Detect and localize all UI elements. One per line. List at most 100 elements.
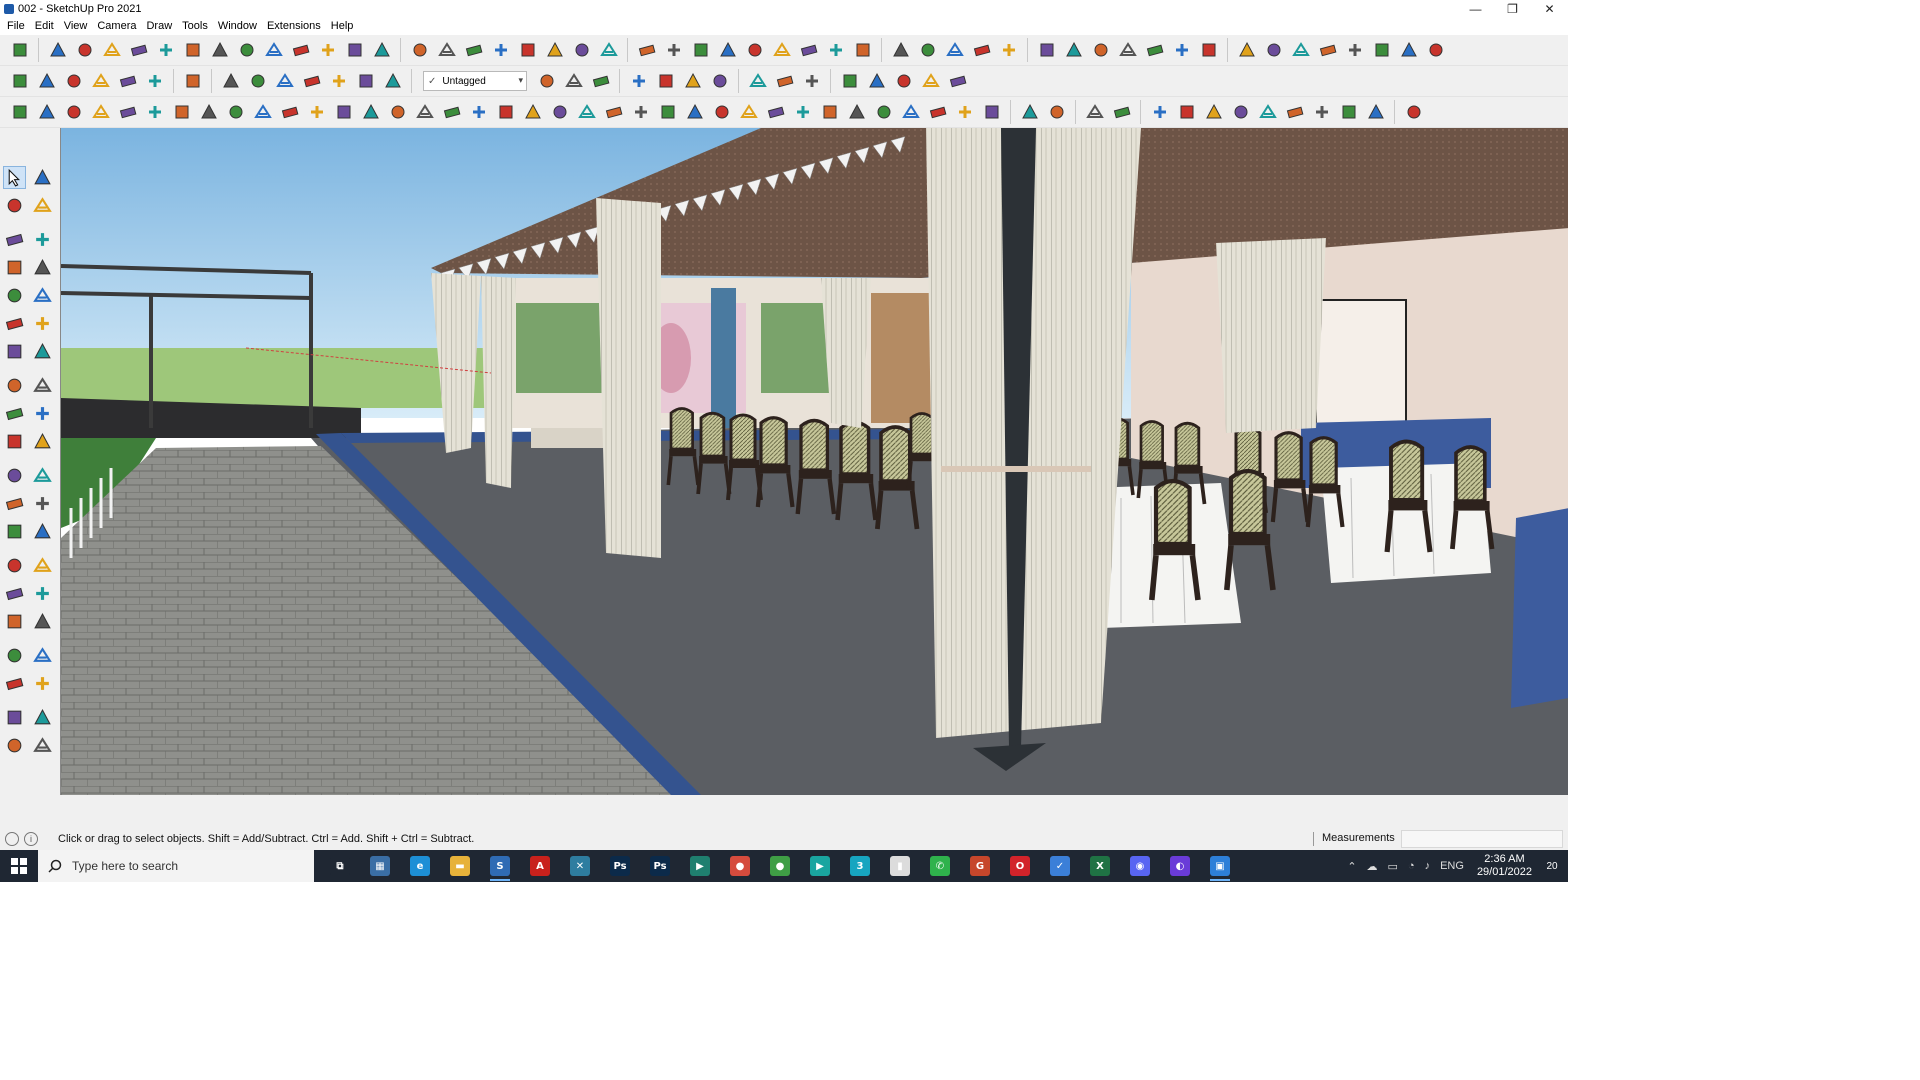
zoom-icon[interactable] bbox=[3, 582, 26, 605]
offset-icon[interactable] bbox=[31, 430, 54, 453]
toolbar1-tool-50-icon[interactable] bbox=[1397, 39, 1420, 62]
pan-icon[interactable] bbox=[31, 554, 54, 577]
minimize-button[interactable]: — bbox=[1457, 0, 1494, 18]
toolbar2-tool-19-icon[interactable] bbox=[654, 70, 677, 93]
line-tool-icon[interactable] bbox=[3, 228, 26, 251]
toolbar3-tool-37-icon[interactable] bbox=[980, 101, 1003, 124]
select-tool-icon[interactable] bbox=[3, 166, 26, 189]
toolbar3-tool-13-icon[interactable] bbox=[332, 101, 355, 124]
toolbar1-tool-25-icon[interactable] bbox=[689, 39, 712, 62]
toolbar1-tool-6-icon[interactable] bbox=[154, 39, 177, 62]
toolbar3-tool-49-icon[interactable] bbox=[1337, 101, 1360, 124]
taskbar-excel[interactable]: X bbox=[1080, 850, 1120, 882]
toolbar1-tool-41-icon[interactable] bbox=[1143, 39, 1166, 62]
maximize-button[interactable]: ❐ bbox=[1494, 0, 1531, 18]
paint-bucket-icon[interactable] bbox=[3, 194, 26, 217]
toolbar3-tool-45-icon[interactable] bbox=[1229, 101, 1252, 124]
toolbar1-tool-33-icon[interactable] bbox=[916, 39, 939, 62]
toolbar2-tool-2-icon[interactable] bbox=[35, 70, 58, 93]
toolbar1-tool-17-icon[interactable] bbox=[462, 39, 485, 62]
menu-extensions[interactable]: Extensions bbox=[262, 18, 326, 35]
show-hidden-icons-icon[interactable]: ⌃ bbox=[1347, 860, 1356, 873]
clock[interactable]: 2:36 AM 29/01/2022 bbox=[1477, 853, 1532, 879]
rotated-rectangle-icon[interactable] bbox=[31, 256, 54, 279]
network-icon[interactable]: ◔ bbox=[1408, 860, 1415, 872]
toolbar3-tool-48-icon[interactable] bbox=[1310, 101, 1333, 124]
toolbar1-tool-34-icon[interactable] bbox=[943, 39, 966, 62]
toolbar2-tool-12-icon[interactable] bbox=[327, 70, 350, 93]
toolbar3-tool-16-icon[interactable] bbox=[413, 101, 436, 124]
toolbar2-tool-23-icon[interactable] bbox=[773, 70, 796, 93]
info-icon[interactable]: i bbox=[24, 832, 38, 846]
sandbox-4-icon[interactable] bbox=[31, 734, 54, 757]
menu-file[interactable]: File bbox=[2, 18, 30, 35]
toolbar2-tool-15-icon[interactable] bbox=[535, 70, 558, 93]
toolbar3-tool-23-icon[interactable] bbox=[602, 101, 625, 124]
taskbar-app-19[interactable]: ✓ bbox=[1040, 850, 1080, 882]
taskbar-whatsapp[interactable]: ✆ bbox=[920, 850, 960, 882]
toolbar1-tool-24-icon[interactable] bbox=[662, 39, 685, 62]
toolbar3-tool-1-icon[interactable] bbox=[8, 101, 31, 124]
toolbar2-tool-20-icon[interactable] bbox=[681, 70, 704, 93]
sandbox-3-icon[interactable] bbox=[3, 734, 26, 757]
toolbar1-tool-37-icon[interactable] bbox=[1035, 39, 1058, 62]
toolbar2-tool-1-icon[interactable] bbox=[8, 70, 31, 93]
menu-view[interactable]: View bbox=[59, 18, 93, 35]
toolbar1-tool-5-icon[interactable] bbox=[127, 39, 150, 62]
polygon-icon[interactable] bbox=[31, 284, 54, 307]
taskbar-discord[interactable]: ◉ bbox=[1120, 850, 1160, 882]
section-plane-icon[interactable] bbox=[31, 672, 54, 695]
menu-camera[interactable]: Camera bbox=[92, 18, 141, 35]
taskbar-photoshop-1[interactable]: Ps bbox=[600, 850, 640, 882]
measurements-input[interactable] bbox=[1401, 830, 1563, 848]
toolbar3-tool-14-icon[interactable] bbox=[359, 101, 382, 124]
freehand-icon[interactable] bbox=[31, 228, 54, 251]
toolbar3-tool-9-icon[interactable] bbox=[224, 101, 247, 124]
taskbar-photoshop-2[interactable]: Ps bbox=[640, 850, 680, 882]
tag-dropdown[interactable]: ✓ Untagged ▾ bbox=[423, 71, 527, 91]
toolbar1-tool-20-icon[interactable] bbox=[543, 39, 566, 62]
toolbar1-tool-42-icon[interactable] bbox=[1170, 39, 1193, 62]
toolbar3-tool-27-icon[interactable] bbox=[710, 101, 733, 124]
orbit-icon[interactable] bbox=[3, 554, 26, 577]
toolbar1-tool-9-icon[interactable] bbox=[235, 39, 258, 62]
toolbar1-tool-2-icon[interactable] bbox=[46, 39, 69, 62]
toolbar3-tool-22-icon[interactable] bbox=[575, 101, 598, 124]
toolbar3-tool-18-icon[interactable] bbox=[467, 101, 490, 124]
toolbar3-tool-15-icon[interactable] bbox=[386, 101, 409, 124]
menu-help[interactable]: Help bbox=[326, 18, 359, 35]
taskbar-app-13[interactable]: ▶ bbox=[800, 850, 840, 882]
toolbar3-tool-21-icon[interactable] bbox=[548, 101, 571, 124]
toolbar3-tool-24-icon[interactable] bbox=[629, 101, 652, 124]
toolbar1-tool-28-icon[interactable] bbox=[770, 39, 793, 62]
taskbar-notes[interactable]: ▮ bbox=[880, 850, 920, 882]
toolbar2-tool-28-icon[interactable] bbox=[919, 70, 942, 93]
previous-view-icon[interactable] bbox=[31, 610, 54, 633]
menu-window[interactable]: Window bbox=[213, 18, 262, 35]
rotate-icon[interactable] bbox=[3, 402, 26, 425]
toolbar3-tool-5-icon[interactable] bbox=[116, 101, 139, 124]
volume-icon[interactable]: ♪ bbox=[1425, 860, 1431, 872]
toolbar3-tool-32-icon[interactable] bbox=[845, 101, 868, 124]
toolbar1-tool-4-icon[interactable] bbox=[100, 39, 123, 62]
toolbar1-tool-48-icon[interactable] bbox=[1343, 39, 1366, 62]
taskbar-edge[interactable]: e bbox=[400, 850, 440, 882]
toolbar3-tool-44-icon[interactable] bbox=[1202, 101, 1225, 124]
toolbar3-tool-10-icon[interactable] bbox=[251, 101, 274, 124]
toolbar1-tool-51-icon[interactable] bbox=[1424, 39, 1447, 62]
model-viewport[interactable] bbox=[60, 128, 1568, 795]
toolbar1-tool-35-icon[interactable] bbox=[970, 39, 993, 62]
toolbar2-tool-16-icon[interactable] bbox=[562, 70, 585, 93]
toolbar3-tool-12-icon[interactable] bbox=[305, 101, 328, 124]
dimension-icon[interactable] bbox=[31, 464, 54, 487]
toolbar1-tool-47-icon[interactable] bbox=[1316, 39, 1339, 62]
toolbar3-tool-28-icon[interactable] bbox=[737, 101, 760, 124]
toolbar2-tool-25-icon[interactable] bbox=[838, 70, 861, 93]
toolbar3-tool-30-icon[interactable] bbox=[791, 101, 814, 124]
toolbar3-tool-7-icon[interactable] bbox=[170, 101, 193, 124]
tape-measure-icon[interactable] bbox=[3, 464, 26, 487]
toolbar1-tool-29-icon[interactable] bbox=[797, 39, 820, 62]
toolbar2-tool-11-icon[interactable] bbox=[300, 70, 323, 93]
toolbar1-tool-49-icon[interactable] bbox=[1370, 39, 1393, 62]
toolbar2-tool-9-icon[interactable] bbox=[246, 70, 269, 93]
